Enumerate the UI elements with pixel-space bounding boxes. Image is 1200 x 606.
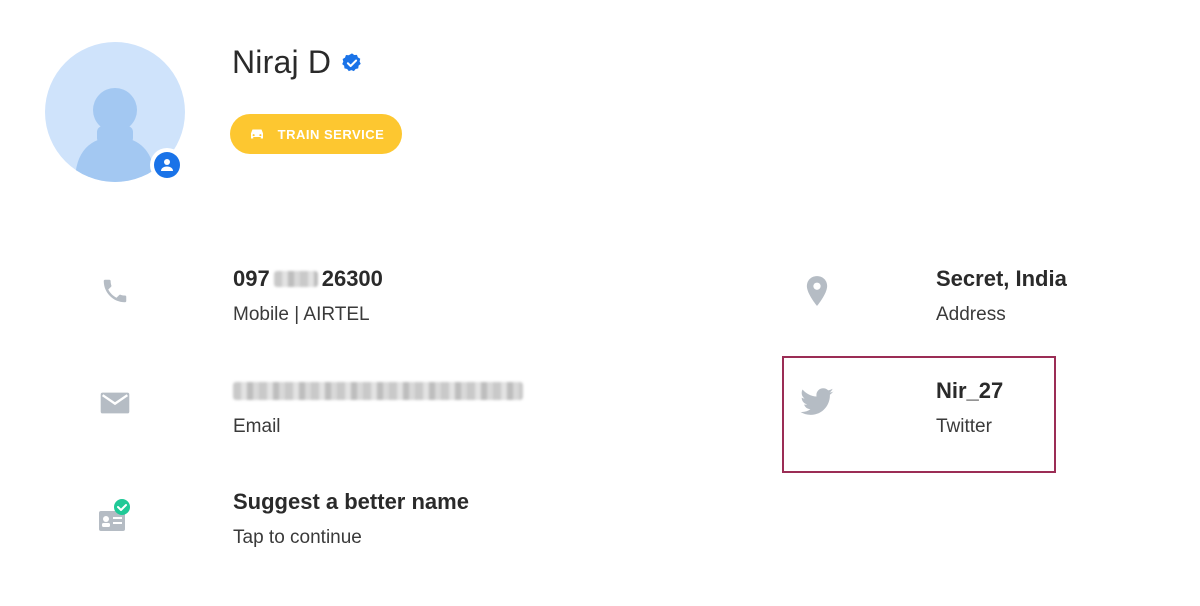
email-value[interactable] — [233, 382, 523, 405]
phone-icon — [92, 268, 138, 314]
suggest-name-subtitle: Tap to continue — [233, 527, 362, 548]
phone-label: Mobile | AIRTEL — [233, 304, 370, 325]
twitter-highlight-box — [782, 356, 1056, 473]
service-badge[interactable]: TRAIN SERVICE — [230, 114, 402, 154]
profile-name: Niraj D — [232, 44, 332, 80]
address-value[interactable]: Secret, India — [936, 266, 1067, 292]
location-pin-icon — [794, 268, 840, 314]
service-badge-label: TRAIN SERVICE — [277, 126, 385, 142]
profile-header: Niraj D — [232, 44, 363, 81]
email-label: Email — [233, 416, 281, 437]
suggest-name-title[interactable]: Suggest a better name — [233, 489, 469, 515]
verified-check-icon — [342, 52, 361, 71]
phone-number[interactable]: 097 26300 — [233, 266, 383, 292]
avatar-badge[interactable] — [150, 148, 184, 182]
address-label: Address — [936, 304, 1006, 325]
id-card-check-icon — [88, 494, 134, 540]
account-circle-icon — [161, 159, 173, 171]
car-icon — [250, 129, 263, 139]
redacted-email — [233, 382, 523, 400]
redacted-digits — [273, 271, 318, 287]
mail-icon — [92, 380, 138, 426]
